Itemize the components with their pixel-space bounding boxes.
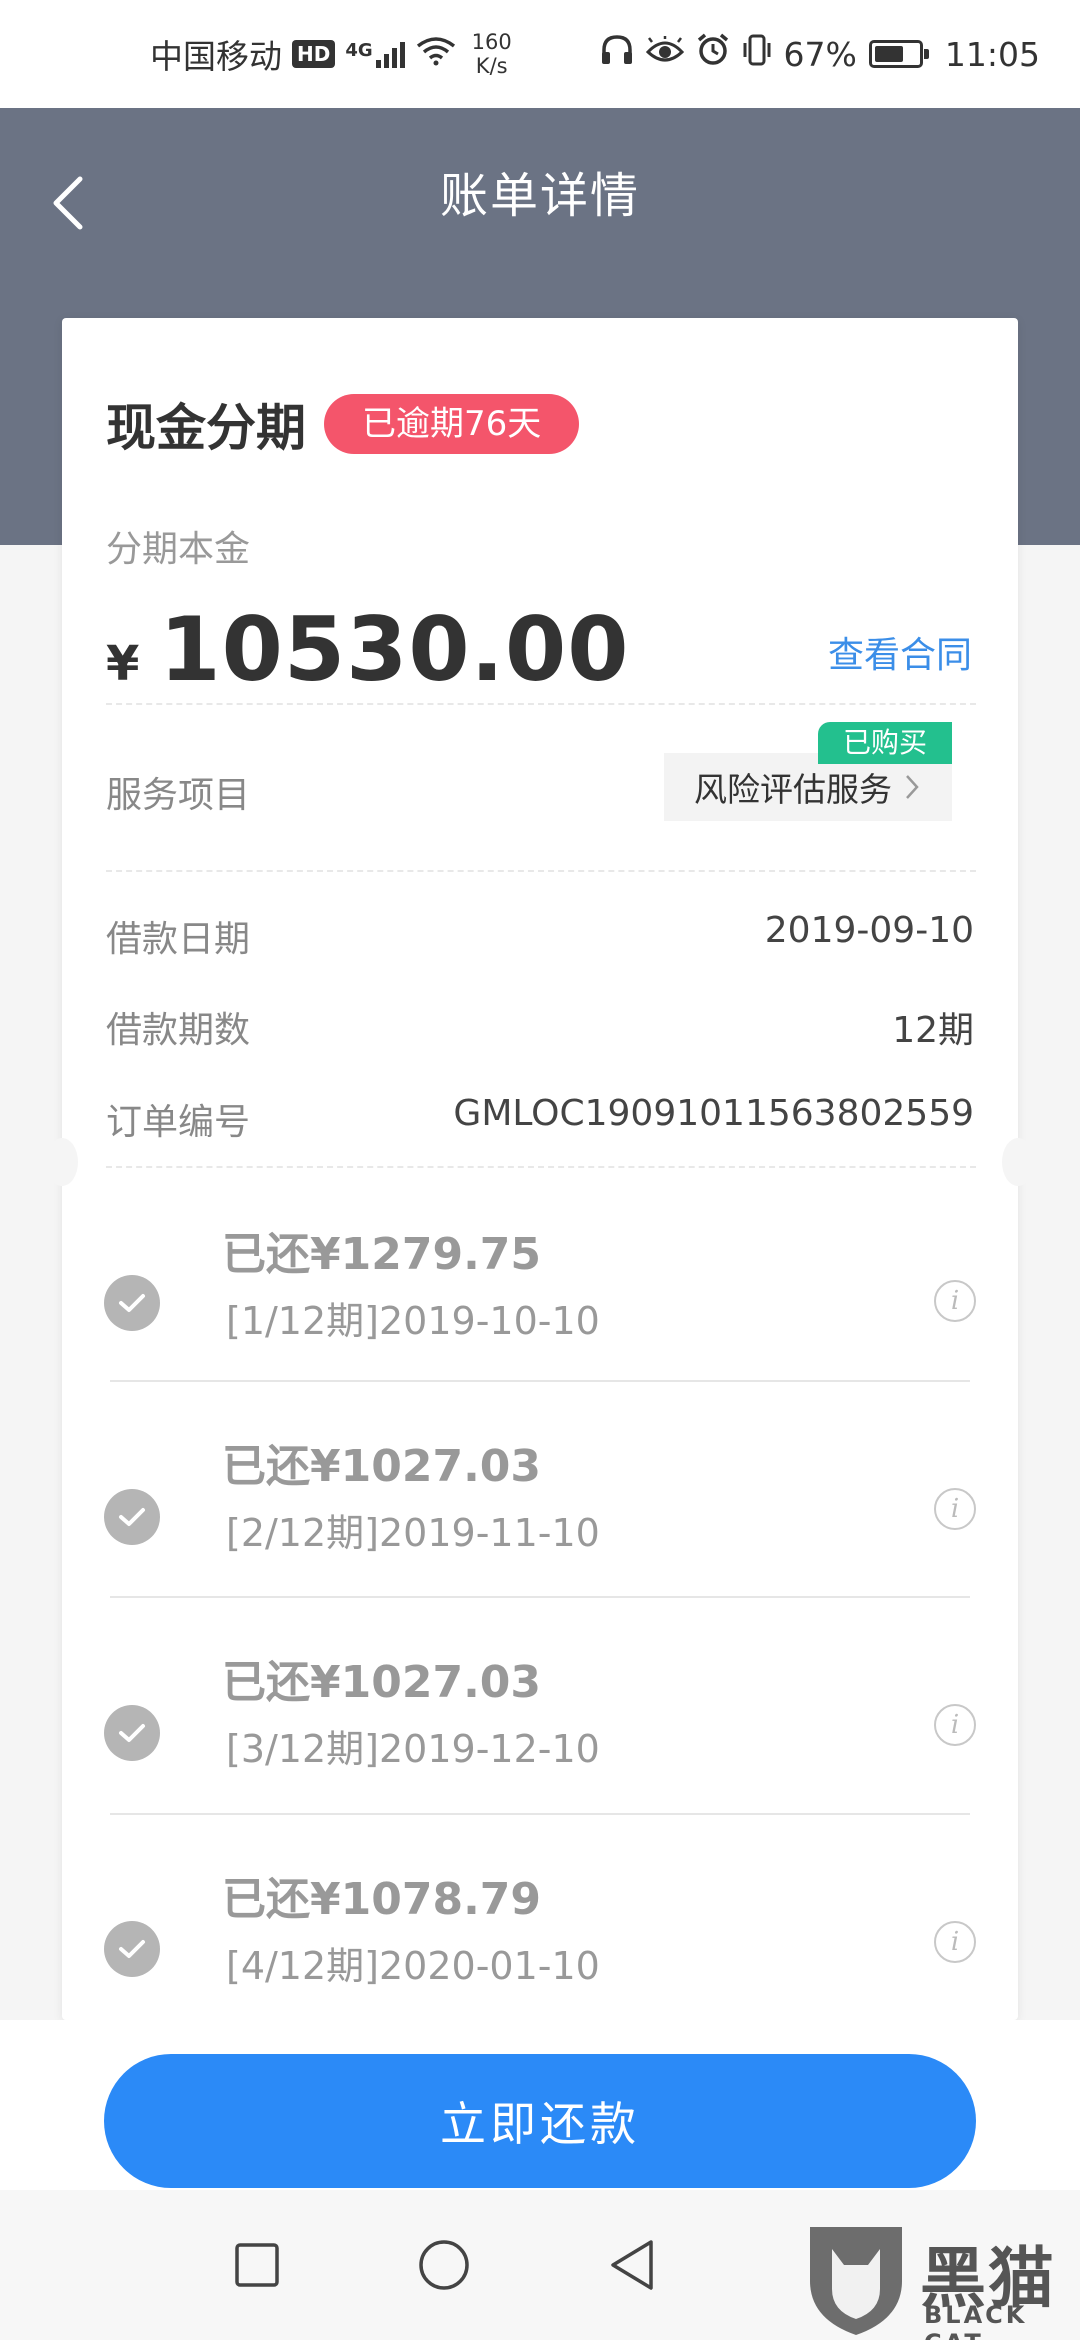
installment-row[interactable]: 已还¥1027.03 [2/12期]2019-11-10 i: [62, 1382, 1018, 1598]
headphones-icon: [600, 34, 634, 74]
installment-row[interactable]: 已还¥1027.03 [3/12期]2019-12-10 i: [62, 1598, 1018, 1814]
network-speed: 160 K/s: [472, 30, 512, 78]
battery-percent: 67%: [783, 34, 857, 74]
wifi-icon: [416, 35, 456, 74]
product-name: 现金分期: [106, 399, 306, 457]
vibrate-icon: [742, 33, 772, 75]
signal-icon: 4G: [345, 40, 405, 68]
installment-amount: 已还¥1078.79: [222, 1874, 542, 1925]
carrier-name: 中国移动: [150, 37, 282, 76]
hd-badge: HD: [292, 40, 336, 68]
installment-period: [1/12期]2019-10-10: [226, 1299, 600, 1343]
installment-period: [3/12期]2019-12-10: [226, 1727, 600, 1771]
page-title: 账单详情: [439, 168, 640, 224]
recents-button[interactable]: [222, 2230, 292, 2300]
service-name: 风险评估服务: [694, 770, 892, 809]
installment-amount: 已还¥1027.03: [222, 1441, 542, 1492]
watermark-en: BLACK CAT: [924, 2301, 1028, 2340]
purchased-tag: 已购买: [818, 722, 952, 764]
info-icon[interactable]: i: [934, 1280, 976, 1322]
loan-periods-value: 12期: [892, 1010, 974, 1051]
network-type: 4G: [345, 40, 373, 61]
order-number-label: 订单编号: [106, 1102, 251, 1143]
loan-date-value: 2019-09-10: [764, 910, 974, 951]
check-icon: [104, 1921, 160, 1977]
status-bar: 中国移动 HD 4G 160 K/s 67% 11:05: [0, 0, 1080, 108]
clock-time: 11:05: [944, 34, 1040, 74]
battery-icon: [868, 40, 929, 68]
service-label: 服务项目: [106, 775, 251, 816]
order-number-value: GMLOC19091011563802559: [453, 1093, 974, 1134]
product-row: 现金分期 已逾期76天: [106, 388, 580, 460]
square-icon: [235, 2243, 279, 2287]
principal-amount-row: ¥ 10530.00: [106, 598, 629, 701]
info-icon[interactable]: i: [934, 1704, 976, 1746]
installment-amount: 已还¥1027.03: [222, 1657, 542, 1708]
check-icon: [104, 1275, 160, 1331]
loan-periods-label: 借款期数: [106, 1010, 251, 1051]
view-contract-link[interactable]: 查看合同: [828, 626, 972, 678]
pay-now-button[interactable]: 立即还款: [104, 2054, 976, 2188]
back-nav-button[interactable]: [597, 2230, 667, 2300]
cat-shield-icon: [810, 2227, 902, 2335]
divider-dashed: [106, 703, 976, 705]
battery-level-fill: [874, 46, 903, 62]
status-left: 中国移动 HD 4G 160 K/s: [150, 0, 512, 108]
principal-label: 分期本金: [106, 529, 251, 570]
installment-amount: 已还¥1279.75: [222, 1229, 542, 1280]
overdue-badge: 已逾期76天: [324, 394, 580, 454]
home-button[interactable]: [409, 2230, 479, 2300]
installment-period: [4/12期]2020-01-10: [226, 1944, 600, 1988]
chevron-right-icon: [906, 775, 919, 799]
triangle-back-icon: [611, 2240, 653, 2290]
eye-icon: [645, 35, 684, 74]
check-icon: [104, 1705, 160, 1761]
installment-period: [2/12期]2019-11-10: [226, 1511, 600, 1555]
info-icon[interactable]: i: [934, 1921, 976, 1963]
installment-row[interactable]: 已还¥1078.79 [4/12期]2020-01-10 i: [62, 1815, 1018, 2020]
loan-date-label: 借款日期: [106, 919, 251, 960]
currency-symbol: ¥: [106, 636, 140, 692]
black-cat-watermark: 黑猫 BLACK CAT: [800, 2215, 1080, 2340]
network-speed-unit: K/s: [475, 54, 508, 78]
installment-row[interactable]: 已还¥1279.75 [1/12期]2019-10-10 i: [62, 1166, 1018, 1382]
status-right: 67% 11:05: [600, 0, 1040, 108]
info-icon[interactable]: i: [934, 1488, 976, 1530]
principal-amount: 10530.00: [159, 598, 630, 701]
circle-icon: [419, 2240, 469, 2290]
alarm-icon: [696, 33, 730, 75]
network-speed-value: 160: [471, 30, 512, 54]
divider-dashed: [106, 870, 976, 872]
check-icon: [104, 1489, 160, 1545]
